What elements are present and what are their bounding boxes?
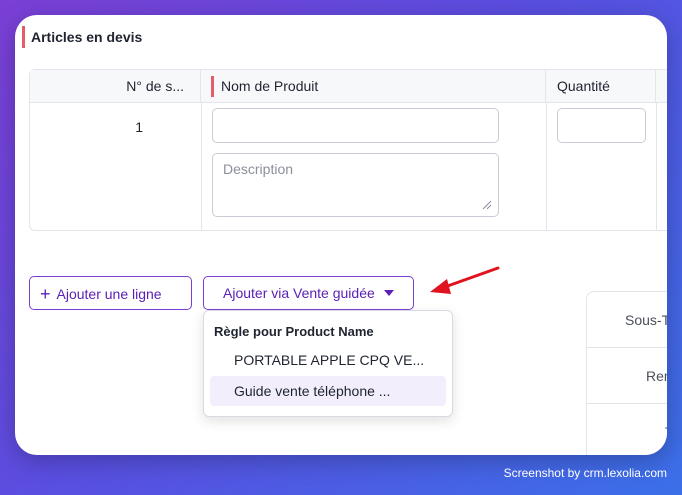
quantity-input[interactable]: [557, 108, 646, 143]
header-quantity: Quantité: [546, 70, 656, 103]
dropdown-item[interactable]: PORTABLE APPLE CPQ VE...: [210, 345, 446, 375]
product-name-input[interactable]: [212, 108, 499, 143]
add-line-label: Ajouter une ligne: [56, 286, 162, 302]
table-header: N° de s... Nom de Produit Quantité: [30, 70, 667, 103]
totals-row: Rem: [587, 348, 667, 404]
column-divider: [201, 103, 202, 230]
required-marker: [211, 76, 214, 97]
guided-sale-button[interactable]: Ajouter via Vente guidée: [203, 276, 414, 310]
header-product-name-label: Nom de Produit: [221, 78, 319, 94]
dropdown-header: Règle pour Product Name: [214, 324, 374, 339]
plus-icon: +: [40, 284, 51, 304]
column-divider: [656, 103, 657, 230]
column-divider: [546, 103, 547, 230]
screenshot-credit: Screenshot by crm.lexolia.com: [503, 466, 667, 480]
row-number: 1: [135, 119, 143, 135]
description-textarea[interactable]: [212, 153, 499, 217]
totals-row: Sous-T: [587, 292, 667, 348]
caret-down-icon: [383, 290, 394, 296]
totals-row: T: [587, 404, 667, 455]
quote-items-card: Articles en devis N° de s... Nom de Prod…: [15, 15, 667, 455]
add-line-button[interactable]: + Ajouter une ligne: [29, 276, 192, 310]
guided-sale-label: Ajouter via Vente guidée: [223, 285, 375, 301]
header-product-name: Nom de Produit: [201, 70, 546, 103]
guided-sale-dropdown: Règle pour Product Name PORTABLE APPLE C…: [203, 310, 453, 417]
totals-panel: Sous-T Rem T: [586, 291, 667, 455]
dropdown-item-highlighted[interactable]: Guide vente téléphone ...: [210, 376, 446, 406]
annotation-arrow-icon: [428, 264, 502, 296]
header-number: N° de s...: [30, 70, 201, 103]
resize-grip-icon[interactable]: [480, 198, 492, 210]
section-title: Articles en devis: [22, 26, 142, 48]
items-table: N° de s... Nom de Produit Quantité 1: [29, 69, 667, 231]
